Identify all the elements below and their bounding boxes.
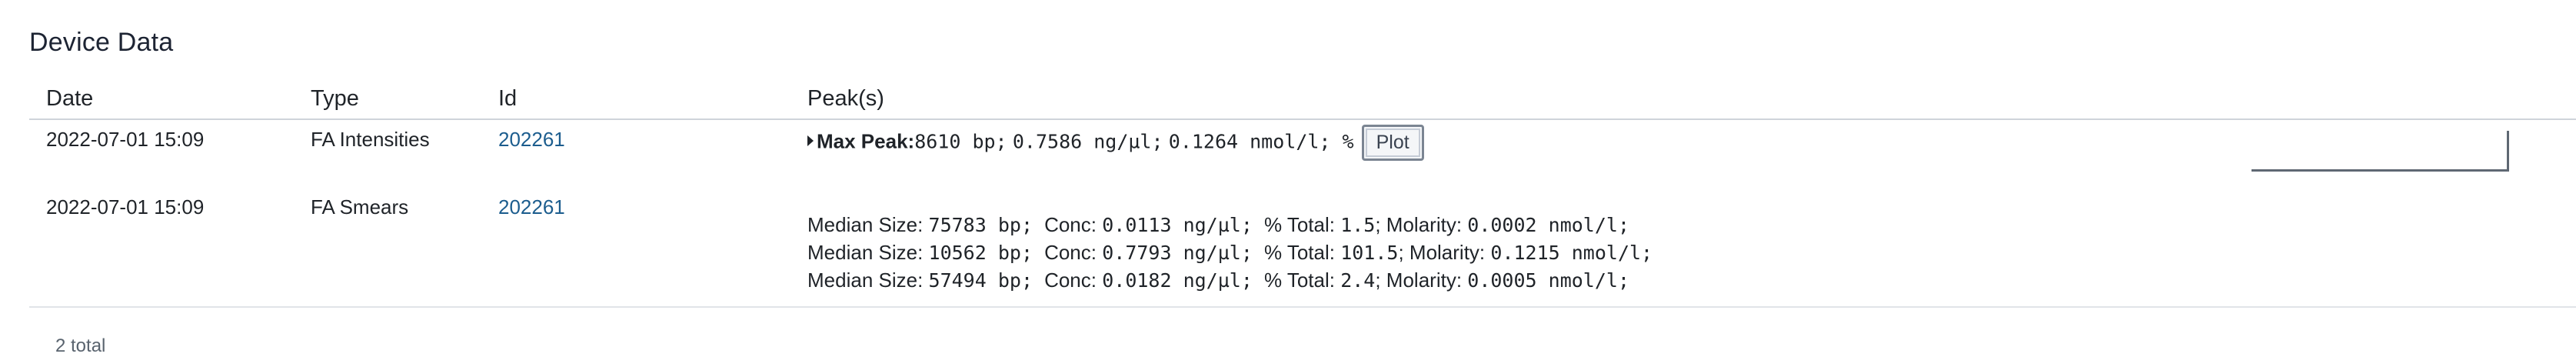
disclosure-triangle-icon[interactable] xyxy=(807,135,814,147)
plot-button[interactable]: Plot xyxy=(1361,125,1424,161)
column-header-peaks[interactable]: Peak(s) xyxy=(807,86,884,112)
type-cell: FA Smears xyxy=(311,195,409,219)
total-count: 2 total xyxy=(55,335,106,356)
smear-conc-label: Conc: xyxy=(1044,213,1103,236)
smear-conc: 0.0182 xyxy=(1102,269,1172,292)
smear-conc-unit: ng/µl; xyxy=(1171,214,1264,236)
max-peak-percent: % xyxy=(1330,130,1354,153)
max-peak-size-unit: bp; xyxy=(960,130,1007,153)
smear-conc-label: Conc: xyxy=(1044,269,1103,292)
max-peak-size: 8610 xyxy=(914,130,961,153)
smear-molarity: 0.1215 xyxy=(1490,242,1560,264)
device-data-table: Date Type Id Peak(s) 2022-07-01 15:09 FA… xyxy=(29,83,2576,292)
smear-size-label: Median Size: xyxy=(807,269,929,292)
smear-molarity-unit: nmol/l; xyxy=(1536,214,1630,236)
max-peak-label: Max Peak: xyxy=(817,129,915,153)
smear-total-label: % Total: xyxy=(1263,269,1341,292)
table-footer-divider xyxy=(29,306,2576,308)
type-cell: FA Intensities xyxy=(311,128,430,151)
max-peak-molarity: 0.1264 xyxy=(1168,130,1239,153)
column-header-type[interactable]: Type xyxy=(311,86,359,112)
max-peak-conc-unit: ng/µl; xyxy=(1082,130,1163,153)
smear-molarity: 0.0005 xyxy=(1467,269,1537,292)
column-header-date[interactable]: Date xyxy=(46,86,93,112)
section-title: Device Data xyxy=(29,28,174,57)
smear-molarity: 0.0002 xyxy=(1467,214,1537,236)
max-peak-summary[interactable]: Max Peak:8610 bp; 0.7586 ng/µl; 0.1264 n… xyxy=(807,125,1424,161)
smear-conc: 0.7793 xyxy=(1102,242,1172,264)
smear-total-label: % Total: xyxy=(1263,241,1341,264)
smear-molarity-label: ; Molarity: xyxy=(1398,241,1491,264)
id-link[interactable]: 202261 xyxy=(498,128,565,152)
date-cell: 2022-07-01 15:09 xyxy=(46,128,205,151)
smear-conc-unit: ng/µl; xyxy=(1171,269,1264,292)
smear-size: 57494 xyxy=(928,269,987,292)
smear-size: 75783 xyxy=(928,214,987,236)
smear-total: 101.5 xyxy=(1340,242,1399,264)
date-cell: 2022-07-01 15:09 xyxy=(46,195,205,219)
smear-size-label: Median Size: xyxy=(807,241,929,264)
smear-conc: 0.0113 xyxy=(1102,214,1172,236)
smear-conc-label: Conc: xyxy=(1044,241,1103,264)
smear-size: 10562 xyxy=(928,242,987,264)
smear-size-unit: bp; xyxy=(986,242,1045,264)
smear-molarity-label: ; Molarity: xyxy=(1375,269,1468,292)
smear-total: 2.4 xyxy=(1340,269,1376,292)
smear-total: 1.5 xyxy=(1340,214,1376,236)
smear-molarity-unit: nmol/l; xyxy=(1536,269,1630,292)
table-header: Date Type Id Peak(s) xyxy=(29,83,2576,120)
max-peak-conc: 0.7586 xyxy=(1012,130,1083,153)
smear-line: Median Size: 10562 bp; Conc: 0.7793 ng/µ… xyxy=(807,239,1652,267)
smear-size-unit: bp; xyxy=(986,214,1045,236)
max-peak-molarity-unit: nmol/l; xyxy=(1238,130,1331,153)
smear-size-unit: bp; xyxy=(986,269,1045,292)
smear-molarity-unit: nmol/l; xyxy=(1559,242,1653,264)
plot-area xyxy=(2252,131,2509,172)
smear-conc-unit: ng/µl; xyxy=(1171,242,1264,264)
column-header-id[interactable]: Id xyxy=(498,86,517,112)
smear-line: Median Size: 75783 bp; Conc: 0.0113 ng/µ… xyxy=(807,211,1629,239)
smear-line: Median Size: 57494 bp; Conc: 0.0182 ng/µ… xyxy=(807,266,1629,295)
smear-total-label: % Total: xyxy=(1263,213,1341,236)
smear-size-label: Median Size: xyxy=(807,213,929,236)
smear-molarity-label: ; Molarity: xyxy=(1375,213,1468,236)
id-link[interactable]: 202261 xyxy=(498,195,565,219)
